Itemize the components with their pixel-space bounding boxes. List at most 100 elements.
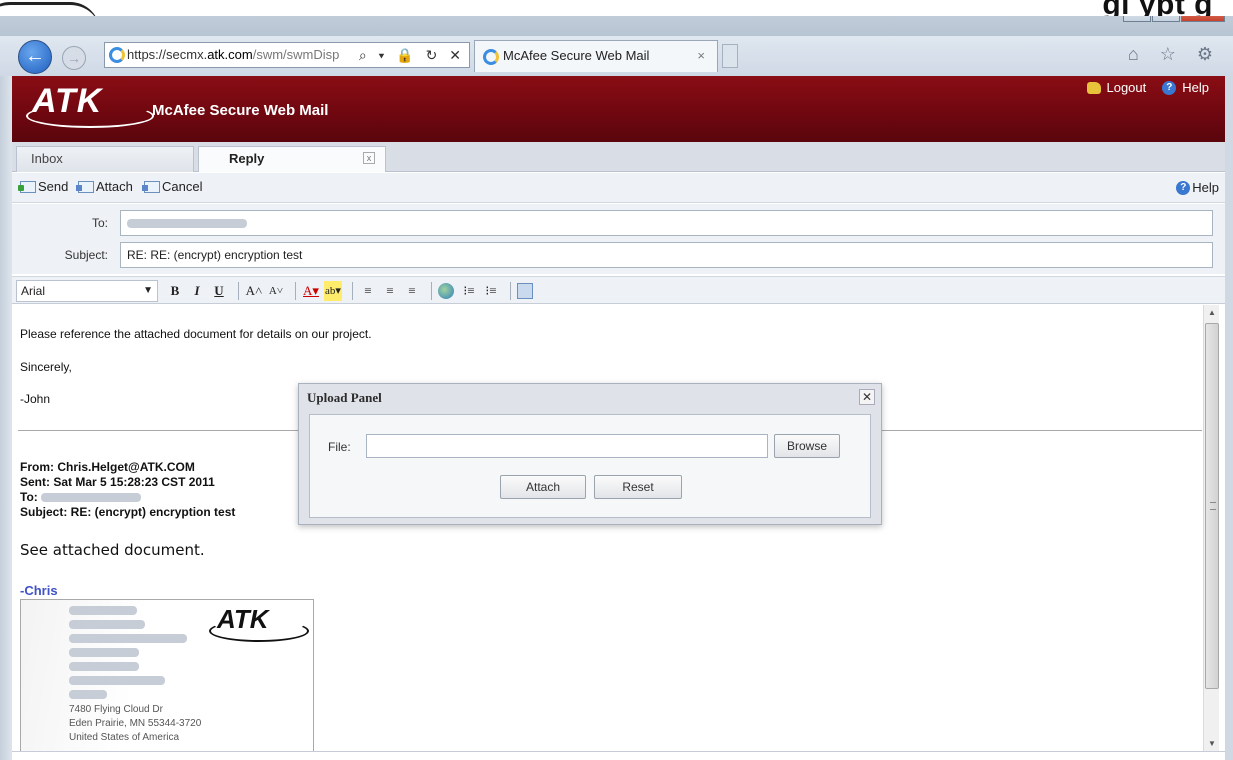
new-tab-button[interactable] [722, 44, 738, 68]
dialog-close-icon[interactable]: ✕ [859, 389, 875, 405]
underline-button[interactable]: U [210, 281, 228, 301]
cancel-icon [142, 180, 160, 193]
slide-title: gi ypt g [1102, 0, 1213, 16]
url-prefix: https://secmx. [127, 47, 208, 62]
format-toolbar: Arial ▼ B I U A˄ A˅ A▾ ab▾ ≡ ≡ ≡ ⁝≡ ⁝≡ [12, 276, 1225, 304]
cancel-button[interactable]: Cancel [142, 179, 203, 194]
blurred-card-line [69, 634, 187, 643]
slide-title-strip: gi ypt g [0, 0, 1233, 16]
quoted-from: From: Chris.Helget@ATK.COM [20, 460, 195, 474]
url-domain: atk.com [207, 47, 253, 62]
url-path: /swm/swmDisp [252, 47, 340, 62]
toolbar-separator [510, 282, 511, 300]
shrink-font-button[interactable]: A˅ [267, 281, 285, 301]
blurred-recipient [127, 219, 247, 229]
to-field[interactable] [120, 210, 1213, 236]
font-select[interactable]: Arial ▼ [16, 280, 158, 302]
ie-tab-icon [483, 49, 499, 65]
app-title: McAfee Secure Web Mail [152, 102, 329, 119]
logout-label: Logout [1106, 80, 1147, 95]
action-toolbar: Send Attach Cancel ? Help [12, 173, 1225, 203]
to-label: To: [91, 216, 108, 230]
highlight-button[interactable]: ab▾ [324, 281, 342, 301]
browser-nav-bar: ← → https://secmx.atk.com/swm/swmDisp ⌕ … [0, 36, 1233, 76]
help-link[interactable]: ? Help [1162, 80, 1209, 95]
card-country: United States of America [69, 732, 180, 743]
browser-tab-active[interactable]: McAfee Secure Web Mail × [474, 40, 718, 72]
align-left-button[interactable]: ≡ [359, 281, 377, 301]
align-right-button[interactable]: ≡ [403, 281, 421, 301]
quoted-subject: Subject: RE: (encrypt) encryption test [20, 505, 236, 519]
card-street: 7480 Flying Cloud Dr [69, 704, 163, 715]
attach-button[interactable]: Attach [76, 179, 133, 194]
close-reply-tab-icon[interactable]: x [363, 152, 375, 164]
header-links: Logout ? Help [1071, 80, 1209, 95]
signature-name: -Chris [20, 583, 58, 598]
tab-reply-label: Reply [229, 151, 265, 166]
home-favorites-settings-icons[interactable]: ⌂ ☆ ⚙ [1128, 44, 1221, 65]
help-label: Help [1182, 80, 1209, 95]
card-city: Eden Prairie, MN 55344-3720 [69, 718, 202, 729]
address-controls-icons[interactable]: ⌕ ▾ 🔒 ↻ ✕ [359, 43, 465, 67]
forward-button[interactable]: → [62, 46, 86, 70]
dialog-attach-button[interactable]: Attach [500, 475, 586, 499]
blurred-card-line [69, 648, 139, 657]
format-buttons: B I U A˄ A˅ A▾ ab▾ ≡ ≡ ≡ ⁝≡ ⁝≡ [166, 280, 533, 302]
compose-help-label: Help [1192, 180, 1219, 195]
back-button[interactable]: ← [18, 40, 52, 74]
send-button[interactable]: Send [18, 179, 69, 194]
quoted-to: To: [20, 490, 142, 504]
editor-scrollbar[interactable]: ▲ ▼ [1203, 305, 1220, 751]
message-editor[interactable]: Please reference the attached document f… [12, 305, 1225, 752]
subject-label: Subject: [64, 248, 108, 262]
send-label: Send [38, 179, 69, 194]
italic-button[interactable]: I [188, 281, 206, 301]
signature-atk-logo: ATK [209, 604, 309, 642]
scroll-down-arrow-icon[interactable]: ▼ [1204, 736, 1220, 751]
help-icon: ? [1176, 180, 1191, 195]
address-bar[interactable]: https://secmx.atk.com/swm/swmDisp ⌕ ▾ 🔒 … [104, 42, 470, 68]
subject-field[interactable]: RE: RE: (encrypt) encryption test [120, 242, 1213, 268]
bold-button[interactable]: B [166, 281, 184, 301]
send-icon [18, 180, 36, 193]
help-icon: ? [1162, 80, 1177, 95]
scroll-up-arrow-icon[interactable]: ▲ [1204, 305, 1220, 321]
scrollbar-thumb[interactable] [1205, 323, 1219, 689]
slide-curve-decoration [0, 2, 100, 16]
signature-logo-swoosh [209, 620, 309, 642]
dialog-title: Upload Panel [307, 390, 382, 405]
logo-swoosh [26, 104, 154, 128]
mail-tab-strip: Inbox Reply x [12, 142, 1225, 172]
quoted-message: See attached document. [20, 541, 205, 559]
bullet-list-button[interactable]: ⁝≡ [482, 281, 500, 301]
browser-frame-right [1225, 76, 1233, 760]
blurred-card-line [69, 620, 145, 629]
dialog-body: File: Browse Attach Reset [309, 414, 871, 518]
body-line-1: Please reference the attached document f… [20, 327, 372, 341]
ordered-list-button[interactable]: ⁝≡ [460, 281, 478, 301]
tab-reply[interactable]: Reply x [198, 146, 386, 172]
font-color-button[interactable]: A▾ [302, 281, 320, 301]
align-center-button[interactable]: ≡ [381, 281, 399, 301]
browse-button[interactable]: Browse [774, 434, 840, 458]
source-edit-icon[interactable] [517, 283, 533, 299]
tab-inbox[interactable]: Inbox [16, 146, 194, 172]
attach-icon [76, 180, 94, 193]
insert-link-globe-icon[interactable] [438, 283, 454, 299]
grow-font-button[interactable]: A˄ [245, 281, 263, 301]
body-line-3: -John [20, 392, 51, 406]
dialog-reset-button[interactable]: Reset [594, 475, 682, 499]
toolbar-separator [352, 282, 353, 300]
blurred-card-line [69, 676, 165, 685]
file-path-input[interactable] [366, 434, 768, 458]
blurred-card-line [69, 606, 137, 615]
scroll-grip-icon [1210, 502, 1216, 510]
close-tab-icon[interactable]: × [697, 41, 705, 71]
attach-label: Attach [96, 179, 133, 194]
browser-frame-left [0, 76, 12, 760]
cancel-label: Cancel [162, 179, 203, 194]
quoted-sent: Sent: Sat Mar 5 15:28:23 CST 2011 [20, 475, 215, 489]
tab-inbox-label: Inbox [31, 151, 63, 166]
compose-help-button[interactable]: ? Help [1176, 180, 1219, 195]
logout-link[interactable]: Logout [1087, 80, 1146, 95]
